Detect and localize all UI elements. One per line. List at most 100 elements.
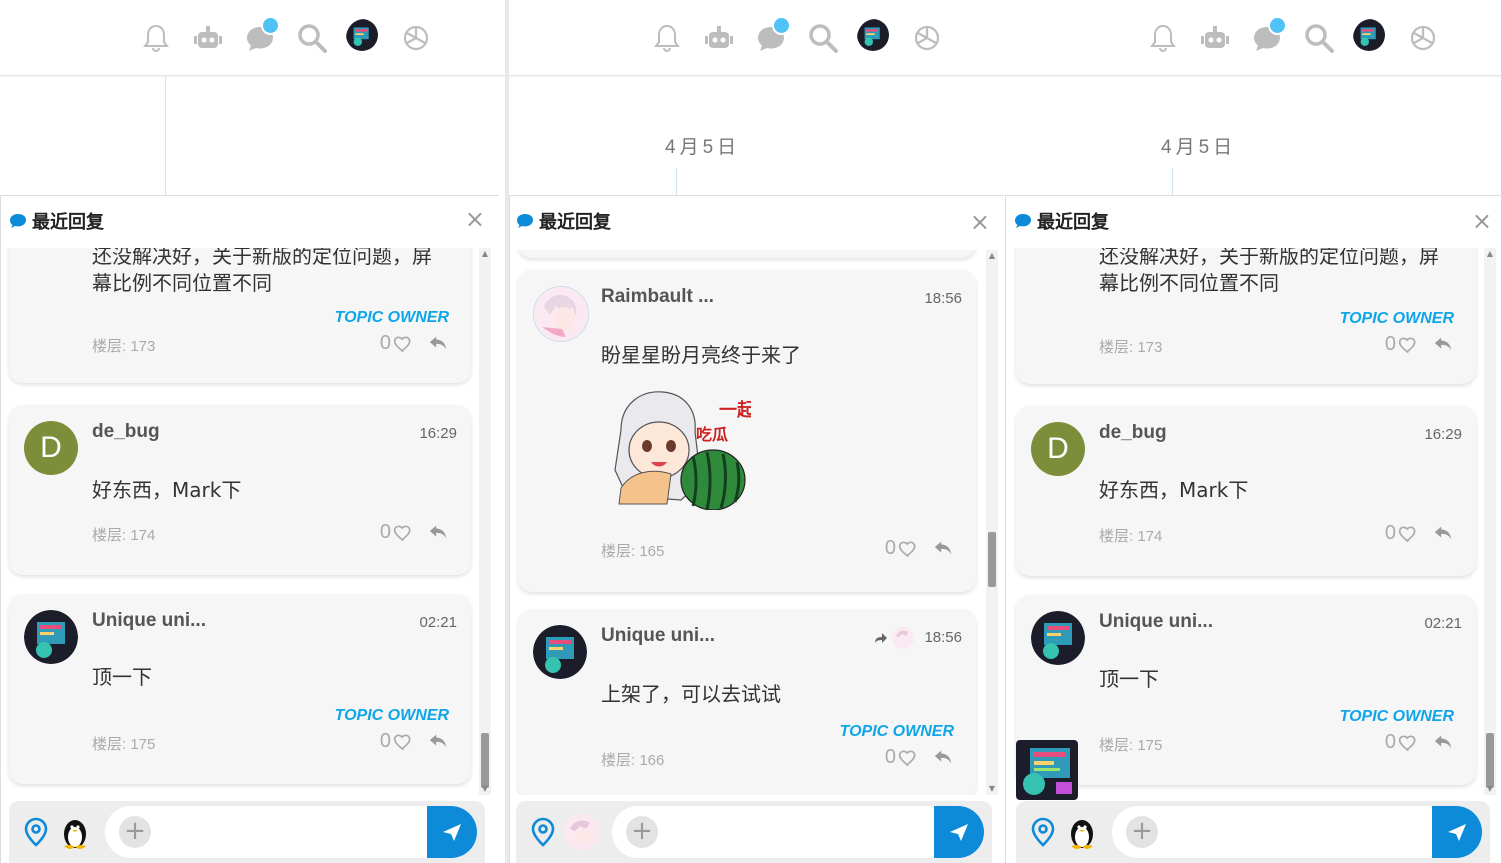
openai-icon[interactable] — [909, 20, 945, 56]
chat-icon[interactable] — [1249, 16, 1287, 56]
username[interactable]: de_bug — [92, 421, 160, 443]
like-button[interactable]: 0 — [1385, 731, 1418, 754]
reply-text: 顶一下 — [92, 665, 152, 689]
like-button[interactable]: 0 — [1385, 333, 1418, 356]
message-input[interactable]: + — [1112, 806, 1482, 858]
floor-number: 楼层: 173 — [1099, 339, 1163, 356]
reply-target-avatar — [892, 627, 914, 649]
username[interactable]: Unique uni... — [601, 625, 715, 647]
timeline-line — [676, 168, 677, 196]
scrollbar[interactable]: ▲ ▼ — [986, 250, 998, 795]
heart-icon — [1398, 525, 1416, 542]
username[interactable]: Raimbault ... — [601, 286, 714, 308]
like-button[interactable]: 0 — [1385, 522, 1418, 545]
search-icon[interactable] — [294, 20, 330, 56]
scrollbar-thumb[interactable] — [1486, 733, 1494, 788]
reply-icon[interactable] — [932, 538, 954, 558]
like-button[interactable]: 0 — [380, 730, 413, 753]
robot-icon[interactable] — [701, 20, 737, 56]
composer: + — [9, 801, 485, 863]
avatar[interactable]: D — [1031, 422, 1085, 476]
location-pin-icon[interactable] — [530, 817, 556, 847]
bell-icon[interactable] — [138, 20, 174, 56]
scroll-up-arrow[interactable]: ▲ — [479, 248, 491, 260]
topic-owner-badge: TOPIC OWNER — [334, 707, 449, 724]
recent-replies-sheet: 最近回复 × Raimbault ... 18:56 盼星星盼月亮终于来了 一起… — [509, 195, 1004, 863]
like-button[interactable]: 0 — [380, 521, 413, 544]
user-avatar[interactable] — [857, 19, 893, 56]
send-button[interactable] — [934, 806, 984, 858]
username[interactable]: de_bug — [1099, 422, 1167, 444]
avatar[interactable] — [24, 610, 78, 664]
heart-icon — [393, 335, 411, 352]
openai-icon[interactable] — [398, 20, 434, 56]
sheet-title: 最近回复 — [1014, 208, 1109, 234]
scrollbar-thumb[interactable] — [481, 733, 489, 788]
sticker-image[interactable]: 一起 吃瓜 — [601, 380, 756, 511]
bell-icon[interactable] — [649, 20, 685, 56]
scroll-up-arrow[interactable]: ▲ — [986, 250, 998, 262]
location-pin-icon[interactable] — [1030, 817, 1056, 847]
scroll-down-arrow[interactable]: ▼ — [479, 783, 491, 795]
like-button[interactable]: 0 — [885, 537, 918, 560]
close-button[interactable]: × — [465, 207, 485, 231]
scroll-up-arrow[interactable]: ▲ — [1484, 248, 1496, 260]
reply-card: Unique uni... 18:56 上架了，可以去试试 TOPIC OWNE… — [518, 609, 976, 795]
close-button[interactable]: × — [1472, 209, 1492, 233]
floor-number: 楼层: 173 — [92, 338, 156, 355]
location-pin-icon[interactable] — [23, 817, 49, 847]
penguin-icon[interactable] — [57, 814, 93, 850]
close-button[interactable]: × — [970, 210, 990, 234]
add-button[interactable]: + — [1126, 816, 1158, 848]
scrollbar-thumb[interactable] — [988, 532, 996, 587]
message-input[interactable]: + — [612, 806, 984, 858]
reply-time: 02:21 — [419, 614, 457, 631]
scrollbar[interactable]: ▲ ▼ — [479, 248, 491, 795]
reply-target-avatar[interactable] — [564, 814, 600, 850]
add-button[interactable]: + — [626, 816, 658, 848]
reply-icon[interactable] — [1432, 334, 1454, 354]
reply-to-indicator[interactable] — [874, 627, 914, 649]
chat-icon[interactable] — [242, 16, 280, 56]
openai-icon[interactable] — [1405, 20, 1441, 56]
avatar[interactable]: D — [24, 421, 78, 475]
chat-icon[interactable] — [753, 16, 791, 56]
reply-card: D de_bug 16:29 好东西，Mark下 楼层: 174 0 — [1016, 406, 1476, 576]
user-avatar[interactable] — [1353, 19, 1389, 56]
reply-icon[interactable] — [1432, 523, 1454, 543]
robot-icon[interactable] — [1197, 20, 1233, 56]
username[interactable]: Unique uni... — [92, 610, 206, 632]
username[interactable]: Unique uni... — [1099, 611, 1213, 633]
bell-icon[interactable] — [1145, 20, 1181, 56]
sticker-text: 一起 — [719, 399, 751, 421]
user-avatar[interactable] — [346, 19, 382, 56]
avatar[interactable] — [1031, 611, 1085, 665]
floor-number: 楼层: 174 — [92, 527, 156, 544]
add-button[interactable]: + — [119, 816, 151, 848]
scrollbar[interactable]: ▲ ▼ — [1484, 248, 1496, 795]
search-icon[interactable] — [805, 20, 841, 56]
top-icons — [138, 16, 450, 60]
heart-icon — [393, 524, 411, 541]
like-button[interactable]: 0 — [380, 332, 413, 355]
reply-icon[interactable] — [427, 522, 449, 542]
reply-icon[interactable] — [427, 333, 449, 353]
robot-icon[interactable] — [190, 20, 226, 56]
reply-icon[interactable] — [1432, 732, 1454, 752]
send-button[interactable] — [427, 806, 477, 858]
message-input[interactable]: + — [105, 806, 477, 858]
search-icon[interactable] — [1301, 20, 1337, 56]
penguin-icon[interactable] — [1064, 814, 1100, 850]
like-button[interactable]: 0 — [885, 746, 918, 769]
send-button[interactable] — [1432, 806, 1482, 858]
reply-icon[interactable] — [932, 747, 954, 767]
chat-bubble-icon — [10, 214, 26, 228]
reply-text: 还没解决好，关于新版的定位问题，屏 — [1099, 248, 1439, 268]
top-bar — [0, 0, 505, 76]
reply-icon[interactable] — [427, 731, 449, 751]
avatar[interactable] — [533, 625, 587, 679]
scroll-down-arrow[interactable]: ▼ — [986, 783, 998, 795]
floor-number: 楼层: 165 — [601, 543, 665, 560]
avatar[interactable] — [533, 286, 589, 342]
scroll-down-arrow[interactable]: ▼ — [1484, 783, 1496, 795]
